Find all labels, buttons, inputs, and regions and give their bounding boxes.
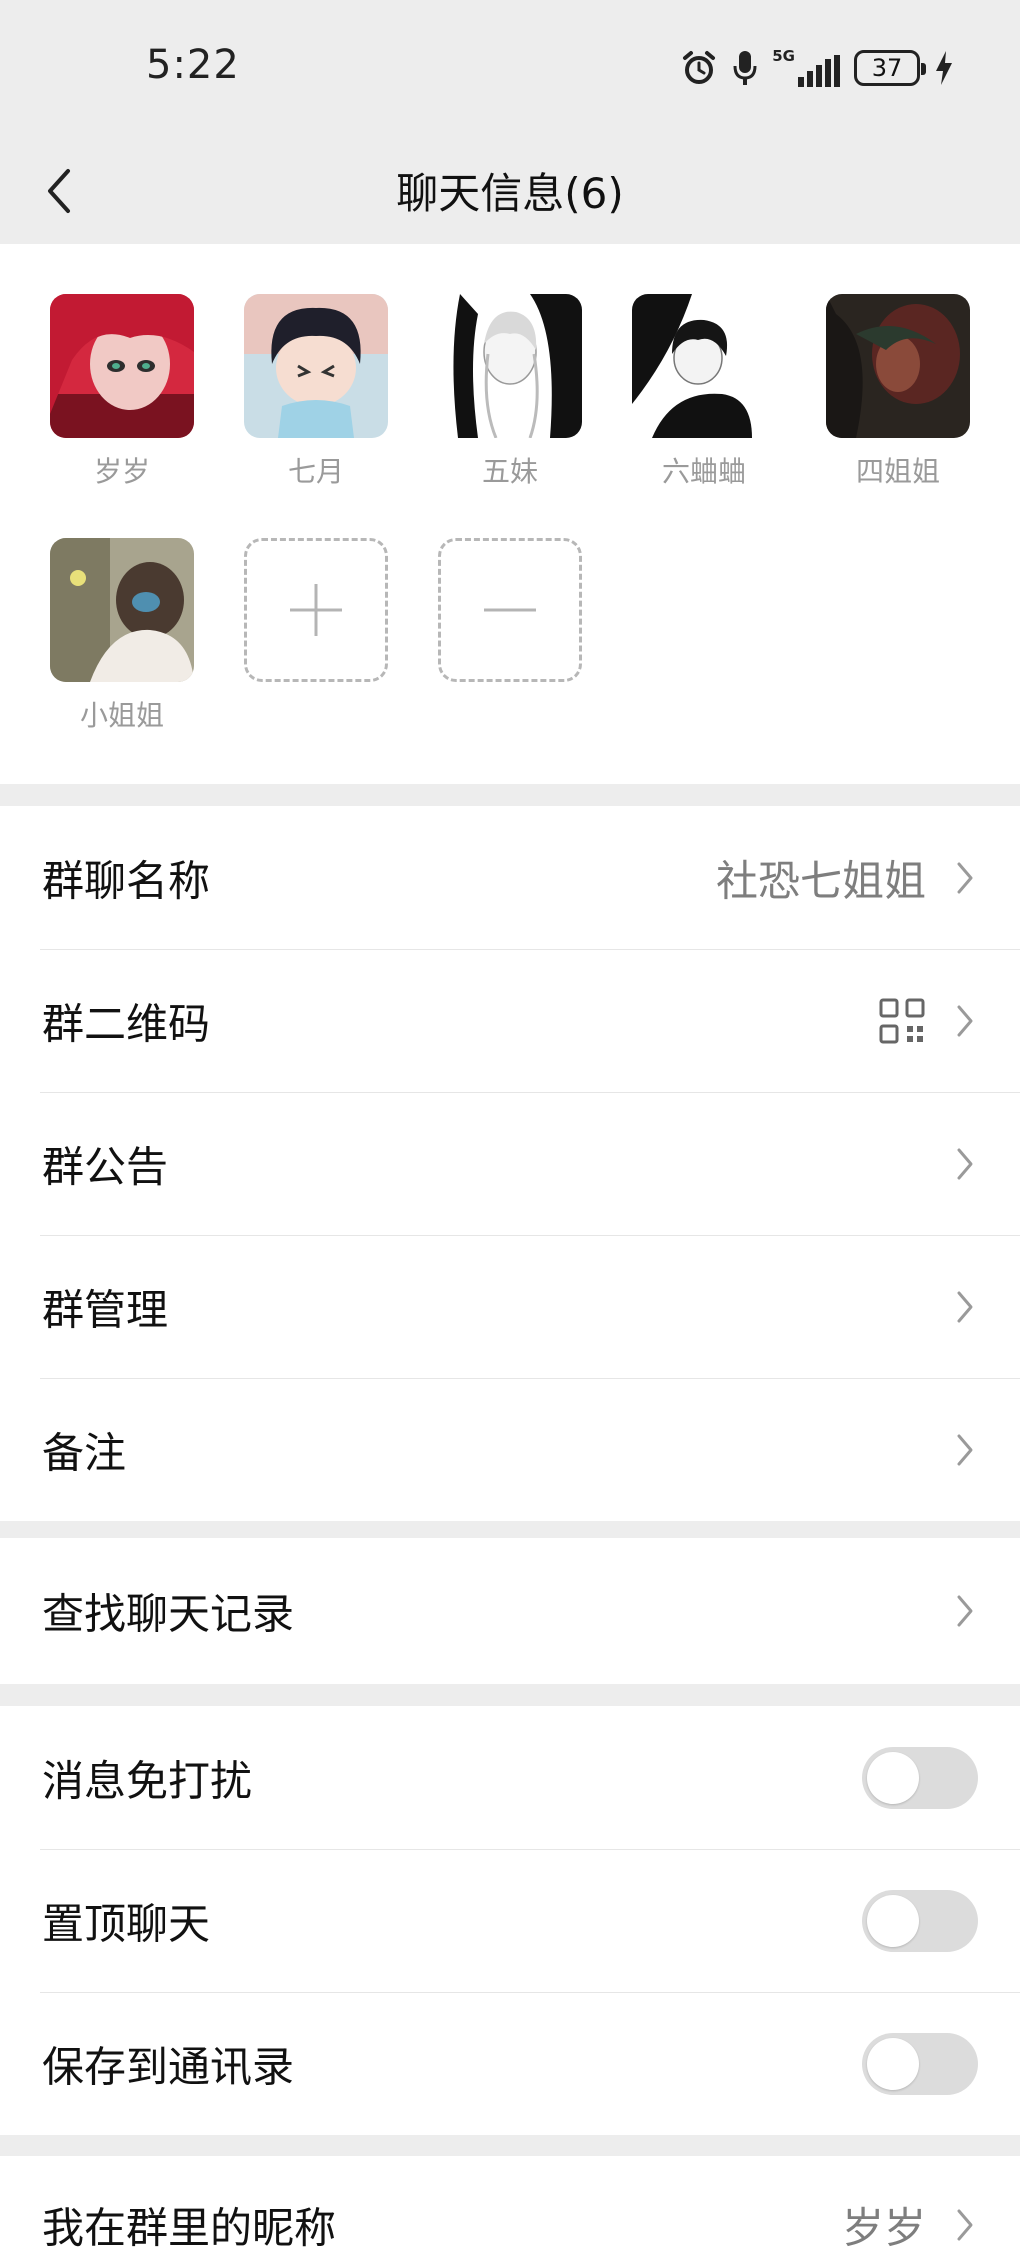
signal-icon bbox=[798, 55, 840, 87]
row-label: 保存到通讯录 bbox=[42, 2042, 295, 2091]
row-label: 群聊名称 bbox=[42, 856, 211, 905]
row-label: 查找聊天记录 bbox=[42, 1589, 295, 1639]
row-label: 群公告 bbox=[42, 1142, 169, 1191]
group-name-value: 社恐七姐姐 bbox=[715, 856, 926, 905]
avatar bbox=[50, 538, 194, 682]
pin-chat-toggle[interactable] bbox=[862, 1889, 978, 1952]
member-name: 小姐姐 bbox=[79, 699, 164, 732]
row-label: 消息免打扰 bbox=[42, 1756, 253, 1805]
member-item[interactable]: 五妹 bbox=[438, 294, 582, 490]
toggle-knob bbox=[867, 2037, 919, 2090]
save-contacts-row: 保存到通讯录 bbox=[0, 1992, 1020, 2135]
member-item[interactable]: 六蛐蛐 bbox=[632, 294, 776, 490]
status-icons: 5G 37 bbox=[680, 46, 954, 90]
row-label: 置顶聊天 bbox=[42, 1899, 211, 1948]
network-type-label: 5G bbox=[772, 47, 795, 65]
battery-icon: 37 bbox=[854, 50, 926, 86]
plus-icon bbox=[290, 584, 342, 636]
member-item[interactable]: 七月 bbox=[244, 294, 388, 490]
alarm-icon bbox=[683, 51, 716, 84]
status-bar: 5:22 5G 37 bbox=[0, 0, 1020, 138]
nav-bar: 聊天信息(6) bbox=[0, 138, 1020, 244]
row-label: 备注 bbox=[42, 1428, 127, 1477]
search-section: 查找聊天记录 bbox=[0, 1538, 1020, 1684]
member-item[interactable]: 岁岁 bbox=[50, 294, 194, 490]
group-settings-section: 群聊名称 社恐七姐姐 群二维码 群公告 群管理 备注 bbox=[0, 806, 1020, 1521]
avatar bbox=[50, 294, 194, 438]
mute-toggle[interactable] bbox=[862, 1746, 978, 1809]
qr-code-icon bbox=[879, 998, 925, 1043]
status-time: 5:22 bbox=[146, 42, 240, 88]
row-label: 群二维码 bbox=[42, 999, 211, 1048]
member-name: 五妹 bbox=[481, 455, 538, 488]
minus-icon bbox=[484, 608, 536, 612]
member-name: 岁岁 bbox=[93, 455, 150, 488]
announcement-row[interactable]: 群公告 bbox=[0, 1092, 1020, 1235]
toggle-section: 消息免打扰 置顶聊天 保存到通讯录 bbox=[0, 1706, 1020, 2135]
avatar bbox=[438, 294, 582, 438]
avatar bbox=[244, 294, 388, 438]
charging-icon bbox=[936, 51, 952, 85]
chevron-right-icon bbox=[952, 1430, 978, 1470]
row-label: 我在群里的昵称 bbox=[42, 2203, 337, 2253]
avatar bbox=[632, 294, 776, 438]
mute-row: 消息免打扰 bbox=[0, 1706, 1020, 1849]
member-item[interactable]: 四姐姐 bbox=[826, 294, 970, 490]
chevron-right-icon bbox=[952, 1591, 978, 1631]
signal-indicator: 5G bbox=[772, 49, 840, 87]
microphone-icon bbox=[733, 51, 757, 85]
page-title: 聊天信息(6) bbox=[396, 169, 624, 218]
member-name: 四姐姐 bbox=[855, 455, 940, 488]
management-row[interactable]: 群管理 bbox=[0, 1235, 1020, 1378]
member-name: 六蛐蛐 bbox=[661, 455, 746, 488]
toggle-knob bbox=[867, 1894, 919, 1947]
chevron-right-icon bbox=[952, 1144, 978, 1184]
pin-chat-row: 置顶聊天 bbox=[0, 1849, 1020, 1992]
row-label: 群管理 bbox=[42, 1285, 169, 1334]
remark-row[interactable]: 备注 bbox=[0, 1378, 1020, 1521]
search-history-row[interactable]: 查找聊天记录 bbox=[0, 1538, 1020, 1684]
my-nickname-value: 岁岁 bbox=[841, 2203, 926, 2253]
nickname-section: 我在群里的昵称 岁岁 bbox=[0, 2156, 1020, 2267]
chevron-right-icon bbox=[952, 858, 978, 898]
chevron-right-icon bbox=[952, 1001, 978, 1041]
save-contacts-toggle[interactable] bbox=[862, 2032, 978, 2095]
toggle-knob bbox=[867, 1751, 919, 1804]
chevron-right-icon bbox=[952, 1287, 978, 1327]
add-member-button[interactable] bbox=[244, 538, 388, 682]
remove-member-button[interactable] bbox=[438, 538, 582, 682]
member-item[interactable]: 小姐姐 bbox=[50, 538, 194, 734]
members-grid: 岁岁 七月 五妹 六蛐蛐 四姐姐 小姐姐 bbox=[0, 244, 1020, 784]
my-nickname-row[interactable]: 我在群里的昵称 岁岁 bbox=[0, 2156, 1020, 2267]
qr-code-row[interactable]: 群二维码 bbox=[0, 949, 1020, 1092]
avatar bbox=[826, 294, 970, 438]
group-name-row[interactable]: 群聊名称 社恐七姐姐 bbox=[0, 806, 1020, 949]
member-name: 七月 bbox=[287, 455, 344, 488]
chevron-right-icon bbox=[952, 2205, 978, 2245]
